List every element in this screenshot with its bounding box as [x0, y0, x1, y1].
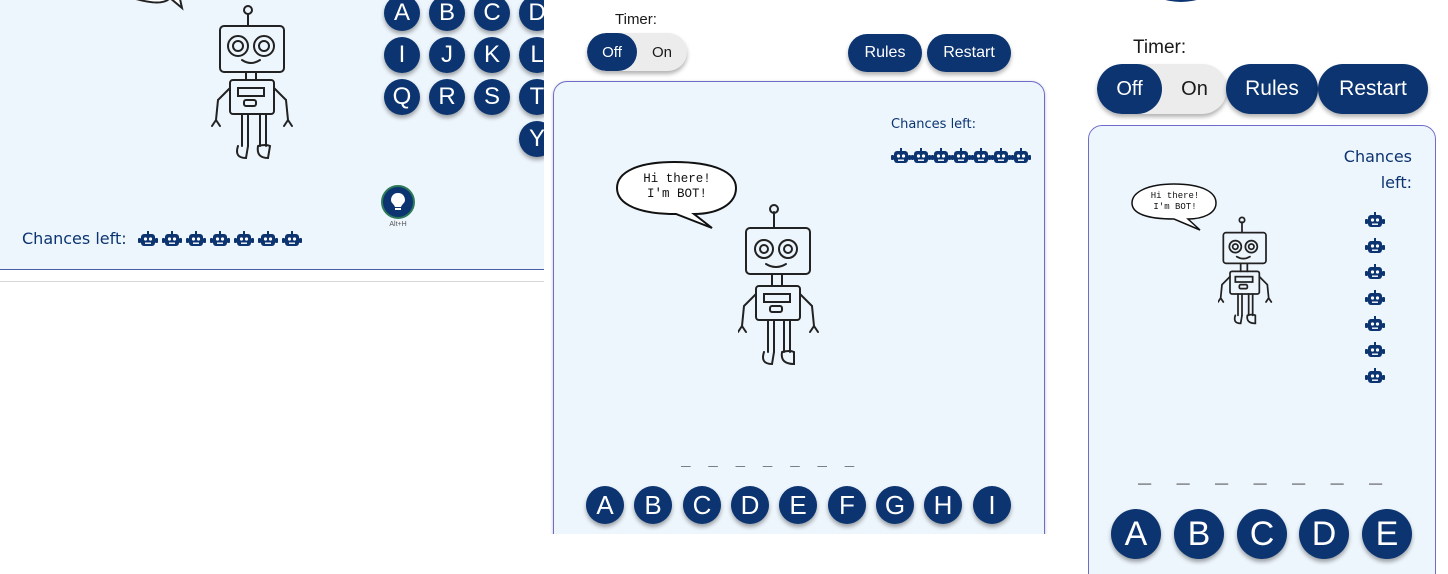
- robot-head-icon: [1365, 264, 1385, 279]
- rules-button[interactable]: Rules: [848, 34, 922, 72]
- letter-button[interactable]: E: [779, 486, 817, 524]
- chances-icons: [891, 148, 1031, 164]
- right-game-view: Timer: Off On Rules Restart Chances left…: [1082, 0, 1448, 574]
- timer-on-option[interactable]: On: [637, 33, 687, 71]
- letter-button[interactable]: G: [876, 486, 914, 524]
- robot-head-icon: [138, 231, 158, 246]
- letter-button[interactable]: D: [731, 486, 769, 524]
- robot-head-icon: [991, 148, 1011, 163]
- robot-head-icon: [1365, 238, 1385, 253]
- robot-head-icon: [258, 231, 278, 246]
- speech-bubble-text: Hi there! I'm BOT!: [1140, 191, 1210, 213]
- letter-button[interactable]: B: [634, 486, 672, 524]
- word-blanks: _ _ _ _ _ _ _: [681, 448, 859, 467]
- letter-button[interactable]: R: [429, 79, 465, 115]
- divider: [0, 281, 544, 282]
- letter-button[interactable]: F: [828, 486, 866, 524]
- speech-bubble-tail: [136, 0, 184, 11]
- letter-button[interactable]: I: [973, 486, 1011, 524]
- letter-button[interactable]: A: [586, 486, 624, 524]
- app-logo: [1165, 0, 1197, 2]
- robot-head-icon: [931, 148, 951, 163]
- robot-head-icon: [911, 148, 931, 163]
- left-game-view: A B C D I J K L Q R S T Y Alt+H Chances …: [0, 0, 544, 574]
- timer-label: Timer:: [1133, 37, 1187, 58]
- robot-head-icon: [210, 231, 230, 246]
- letter-button[interactable]: E: [1362, 509, 1412, 559]
- hint-shortcut-label: Alt+H: [389, 221, 407, 228]
- robot-head-icon: [1011, 148, 1031, 163]
- robot-head-icon: [186, 231, 206, 246]
- chances-left-label: Chances left:: [1343, 147, 1412, 192]
- robot-mascot: [738, 204, 819, 366]
- letter-button[interactable]: I: [384, 37, 420, 73]
- letter-button[interactable]: D: [1299, 509, 1349, 559]
- robot-head-icon: [1365, 368, 1385, 383]
- robot-head-icon: [891, 148, 911, 163]
- letter-button[interactable]: K: [474, 37, 510, 73]
- timer-toggle[interactable]: Off On: [1097, 64, 1227, 114]
- chances-left-label: Chances left:: [22, 229, 127, 248]
- robot-head-icon: [1365, 212, 1385, 227]
- robot-head-icon: [1365, 316, 1385, 331]
- rules-button[interactable]: Rules: [1226, 64, 1318, 114]
- chances-icons: [1365, 212, 1385, 384]
- hint-button[interactable]: [381, 185, 415, 219]
- letter-button[interactable]: B: [1174, 509, 1224, 559]
- letter-button[interactable]: Q: [384, 79, 420, 115]
- bubble-line-2: I'm BOT!: [1153, 202, 1197, 212]
- timer-toggle[interactable]: Off On: [587, 33, 687, 71]
- timer-on-option[interactable]: On: [1162, 64, 1227, 114]
- bubble-line-1: Hi there!: [1150, 191, 1200, 201]
- letter-button[interactable]: C: [1237, 509, 1287, 559]
- letter-button[interactable]: C: [683, 486, 721, 524]
- lightbulb-icon: [391, 193, 405, 210]
- letter-button[interactable]: J: [429, 37, 465, 73]
- robot-head-icon: [1365, 290, 1385, 305]
- robot-head-icon: [971, 148, 991, 163]
- robot-head-icon: [282, 231, 302, 246]
- chances-left-label: Chances left:: [891, 117, 977, 132]
- robot-head-icon: [951, 148, 971, 163]
- bubble-line-2: I'm BOT!: [646, 187, 707, 201]
- timer-off-option[interactable]: Off: [587, 33, 637, 71]
- restart-button[interactable]: Restart: [927, 34, 1011, 72]
- word-blanks: _ _ _ _ _ _ _: [1138, 460, 1389, 485]
- letter-button[interactable]: H: [924, 486, 962, 524]
- chances-icons: [138, 231, 302, 247]
- robot-mascot: [1218, 216, 1273, 325]
- robot-head-icon: [162, 231, 182, 246]
- robot-mascot: [211, 5, 293, 160]
- middle-game-view: Timer: Off On Rules Restart Chances left…: [544, 0, 1082, 534]
- speech-bubble-text: Hi there! I'm BOT!: [629, 172, 725, 202]
- timer-off-option[interactable]: Off: [1097, 64, 1162, 114]
- bubble-line-1: Hi there!: [643, 172, 711, 186]
- robot-head-icon: [234, 231, 254, 246]
- restart-button[interactable]: Restart: [1318, 64, 1428, 114]
- letter-button[interactable]: S: [474, 79, 510, 115]
- robot-head-icon: [1365, 342, 1385, 357]
- timer-label: Timer:: [615, 11, 657, 28]
- letter-button[interactable]: A: [1111, 509, 1161, 559]
